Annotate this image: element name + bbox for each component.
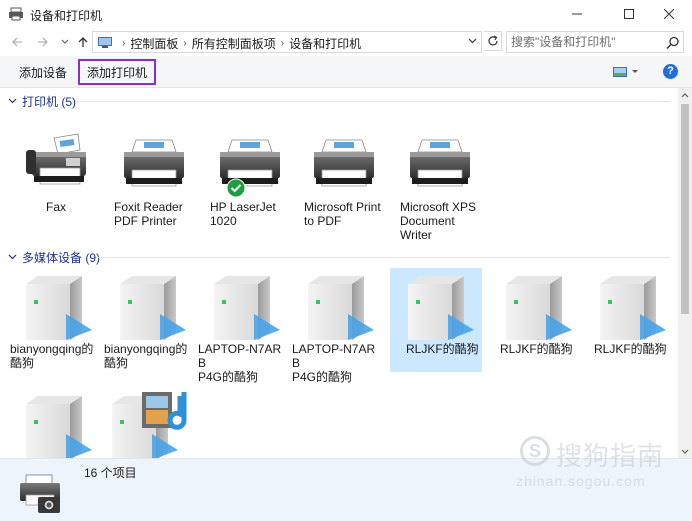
media-server-icon [120,276,186,340]
chevron-down-icon [8,98,18,104]
refresh-icon [487,35,498,46]
device-label: bianyongqing的 酷狗 [10,342,94,370]
device-tile-fax[interactable]: Fax [10,126,102,230]
device-tile-foxit-printer[interactable]: Foxit Reader PDF Printer [106,126,198,230]
media-tile-row2-1[interactable] [16,388,108,458]
chevron-down-icon [61,39,69,44]
item-count: 16 个项目 [84,466,137,480]
change-view-button[interactable] [612,65,642,79]
group-divider [96,257,670,258]
devices-printers-app-icon [9,7,23,21]
device-tile-microsoft-print-pdf[interactable]: Microsoft Print to PDF [296,126,388,230]
search-box[interactable] [506,31,684,53]
chevron-down-icon [468,38,476,44]
refresh-button[interactable] [484,31,502,51]
arrow-up-icon [78,37,88,47]
printer-icon [313,139,375,187]
title-bar: 设备和打印机 [0,0,692,28]
address-history-button[interactable] [464,32,480,50]
close-icon [664,9,674,19]
device-label: Microsoft Print to PDF [304,200,381,228]
minimize-icon [572,13,582,15]
printer-icon [219,139,281,187]
arrow-right-icon [38,37,48,47]
search-icon[interactable] [665,35,681,51]
command-bar: 添加设备 添加打印机 ? [0,56,692,88]
help-button[interactable]: ? [663,64,678,79]
device-label: RLJKF的酷狗 [594,342,667,356]
media-server-icon [600,276,666,340]
printer-icon [409,139,471,187]
media-server-icon [214,276,280,340]
device-label: RLJKF的酷狗 [406,342,479,356]
breadcrumb-separator-icon: › [122,38,126,49]
forward-button[interactable] [34,33,52,51]
media-tile-rljkf-2[interactable]: RLJKF的酷狗 [488,268,580,372]
media-tile-laptop-2[interactable]: LAPTOP-N7ARB P4G的酷狗 [290,268,382,384]
device-label: LAPTOP-N7ARB P4G的酷狗 [292,342,376,384]
media-tile-bianyongqing-2[interactable]: bianyongqing的 酷狗 [102,268,194,372]
media-server-icon [408,276,474,340]
chevron-down-icon [8,254,18,260]
media-library-icon [142,392,187,430]
minimize-button[interactable] [554,0,600,28]
media-tile-bianyongqing-1[interactable]: bianyongqing的 酷狗 [8,268,100,372]
media-tile-rljkf-3[interactable]: RLJKF的酷狗 [582,268,674,372]
device-label: LAPTOP-N7ARB P4G的酷狗 [198,342,282,384]
fax-icon [26,133,86,185]
sogou-logo-icon: S [520,436,550,466]
media-server-icon [506,276,572,340]
device-tile-microsoft-xps[interactable]: Microsoft XPS Document Writer [392,126,484,242]
control-panel-icon [98,37,112,48]
chevron-up-icon [681,92,689,97]
media-tile-rljkf-selected[interactable]: RLJKF的酷狗 [390,268,482,372]
media-server-icon [26,396,92,458]
group-header-printers[interactable]: 打印机 (5) [8,93,76,109]
recent-locations-button[interactable] [56,33,74,51]
sogou-watermark: S 搜狗指南 zhinan.sogou.com [514,430,684,490]
device-label: Fax [45,200,66,214]
scroll-up-button[interactable] [678,88,692,102]
media-tile-laptop-1[interactable]: LAPTOP-N7ARB P4G的酷狗 [196,268,288,384]
breadcrumb-devices-printers[interactable]: 设备和打印机 [289,35,361,52]
printer-icon [123,139,185,187]
group-title: 多媒体设备 (9) [22,250,101,265]
arrow-left-icon [12,37,22,47]
back-button[interactable] [8,33,26,51]
watermark-url: zhinan.sogou.com [516,473,646,489]
device-label: RLJKF的酷狗 [500,342,573,356]
device-label: Foxit Reader PDF Printer [114,200,183,228]
breadcrumb-control-panel[interactable]: 控制面板 [130,35,178,52]
device-label: HP LaserJet 1020 [210,200,276,228]
default-check-icon [226,178,246,198]
add-device-button[interactable]: 添加设备 [10,59,76,85]
group-divider [76,101,670,102]
media-server-icon [308,276,374,340]
media-server-icon [26,276,92,340]
device-label: bianyongqing的 酷狗 [104,342,188,370]
maximize-icon [624,9,634,19]
breadcrumb-all-items[interactable]: 所有控制面板项 [192,35,276,52]
up-button[interactable] [74,33,92,51]
media-tile-row2-2[interactable] [100,384,192,458]
breadcrumb-separator-icon: › [183,38,187,49]
scroll-thumb[interactable] [681,104,689,314]
address-bar[interactable]: › 控制面板 › 所有控制面板项 › 设备和打印机 [92,31,482,53]
devices-view: 打印机 (5) Fax Foxit Reader PDF Printer HP … [0,88,678,458]
watermark-text: 搜狗指南 [556,442,665,472]
breadcrumb-separator-icon: › [280,38,285,49]
search-input[interactable] [511,34,661,50]
close-button[interactable] [646,0,692,28]
devices-printers-large-icon [20,474,60,513]
vertical-scrollbar[interactable] [678,88,692,458]
group-header-media[interactable]: 多媒体设备 (9) [8,249,100,265]
group-title: 打印机 (5) [22,94,77,109]
window-title: 设备和打印机 [30,9,103,23]
breadcrumb: › 控制面板 › 所有控制面板项 › 设备和打印机 [117,35,361,52]
add-printer-button[interactable]: 添加打印机 [78,59,157,85]
device-tile-hp-laserjet[interactable]: HP LaserJet 1020 [202,126,294,230]
device-label: Microsoft XPS Document Writer [400,200,477,242]
